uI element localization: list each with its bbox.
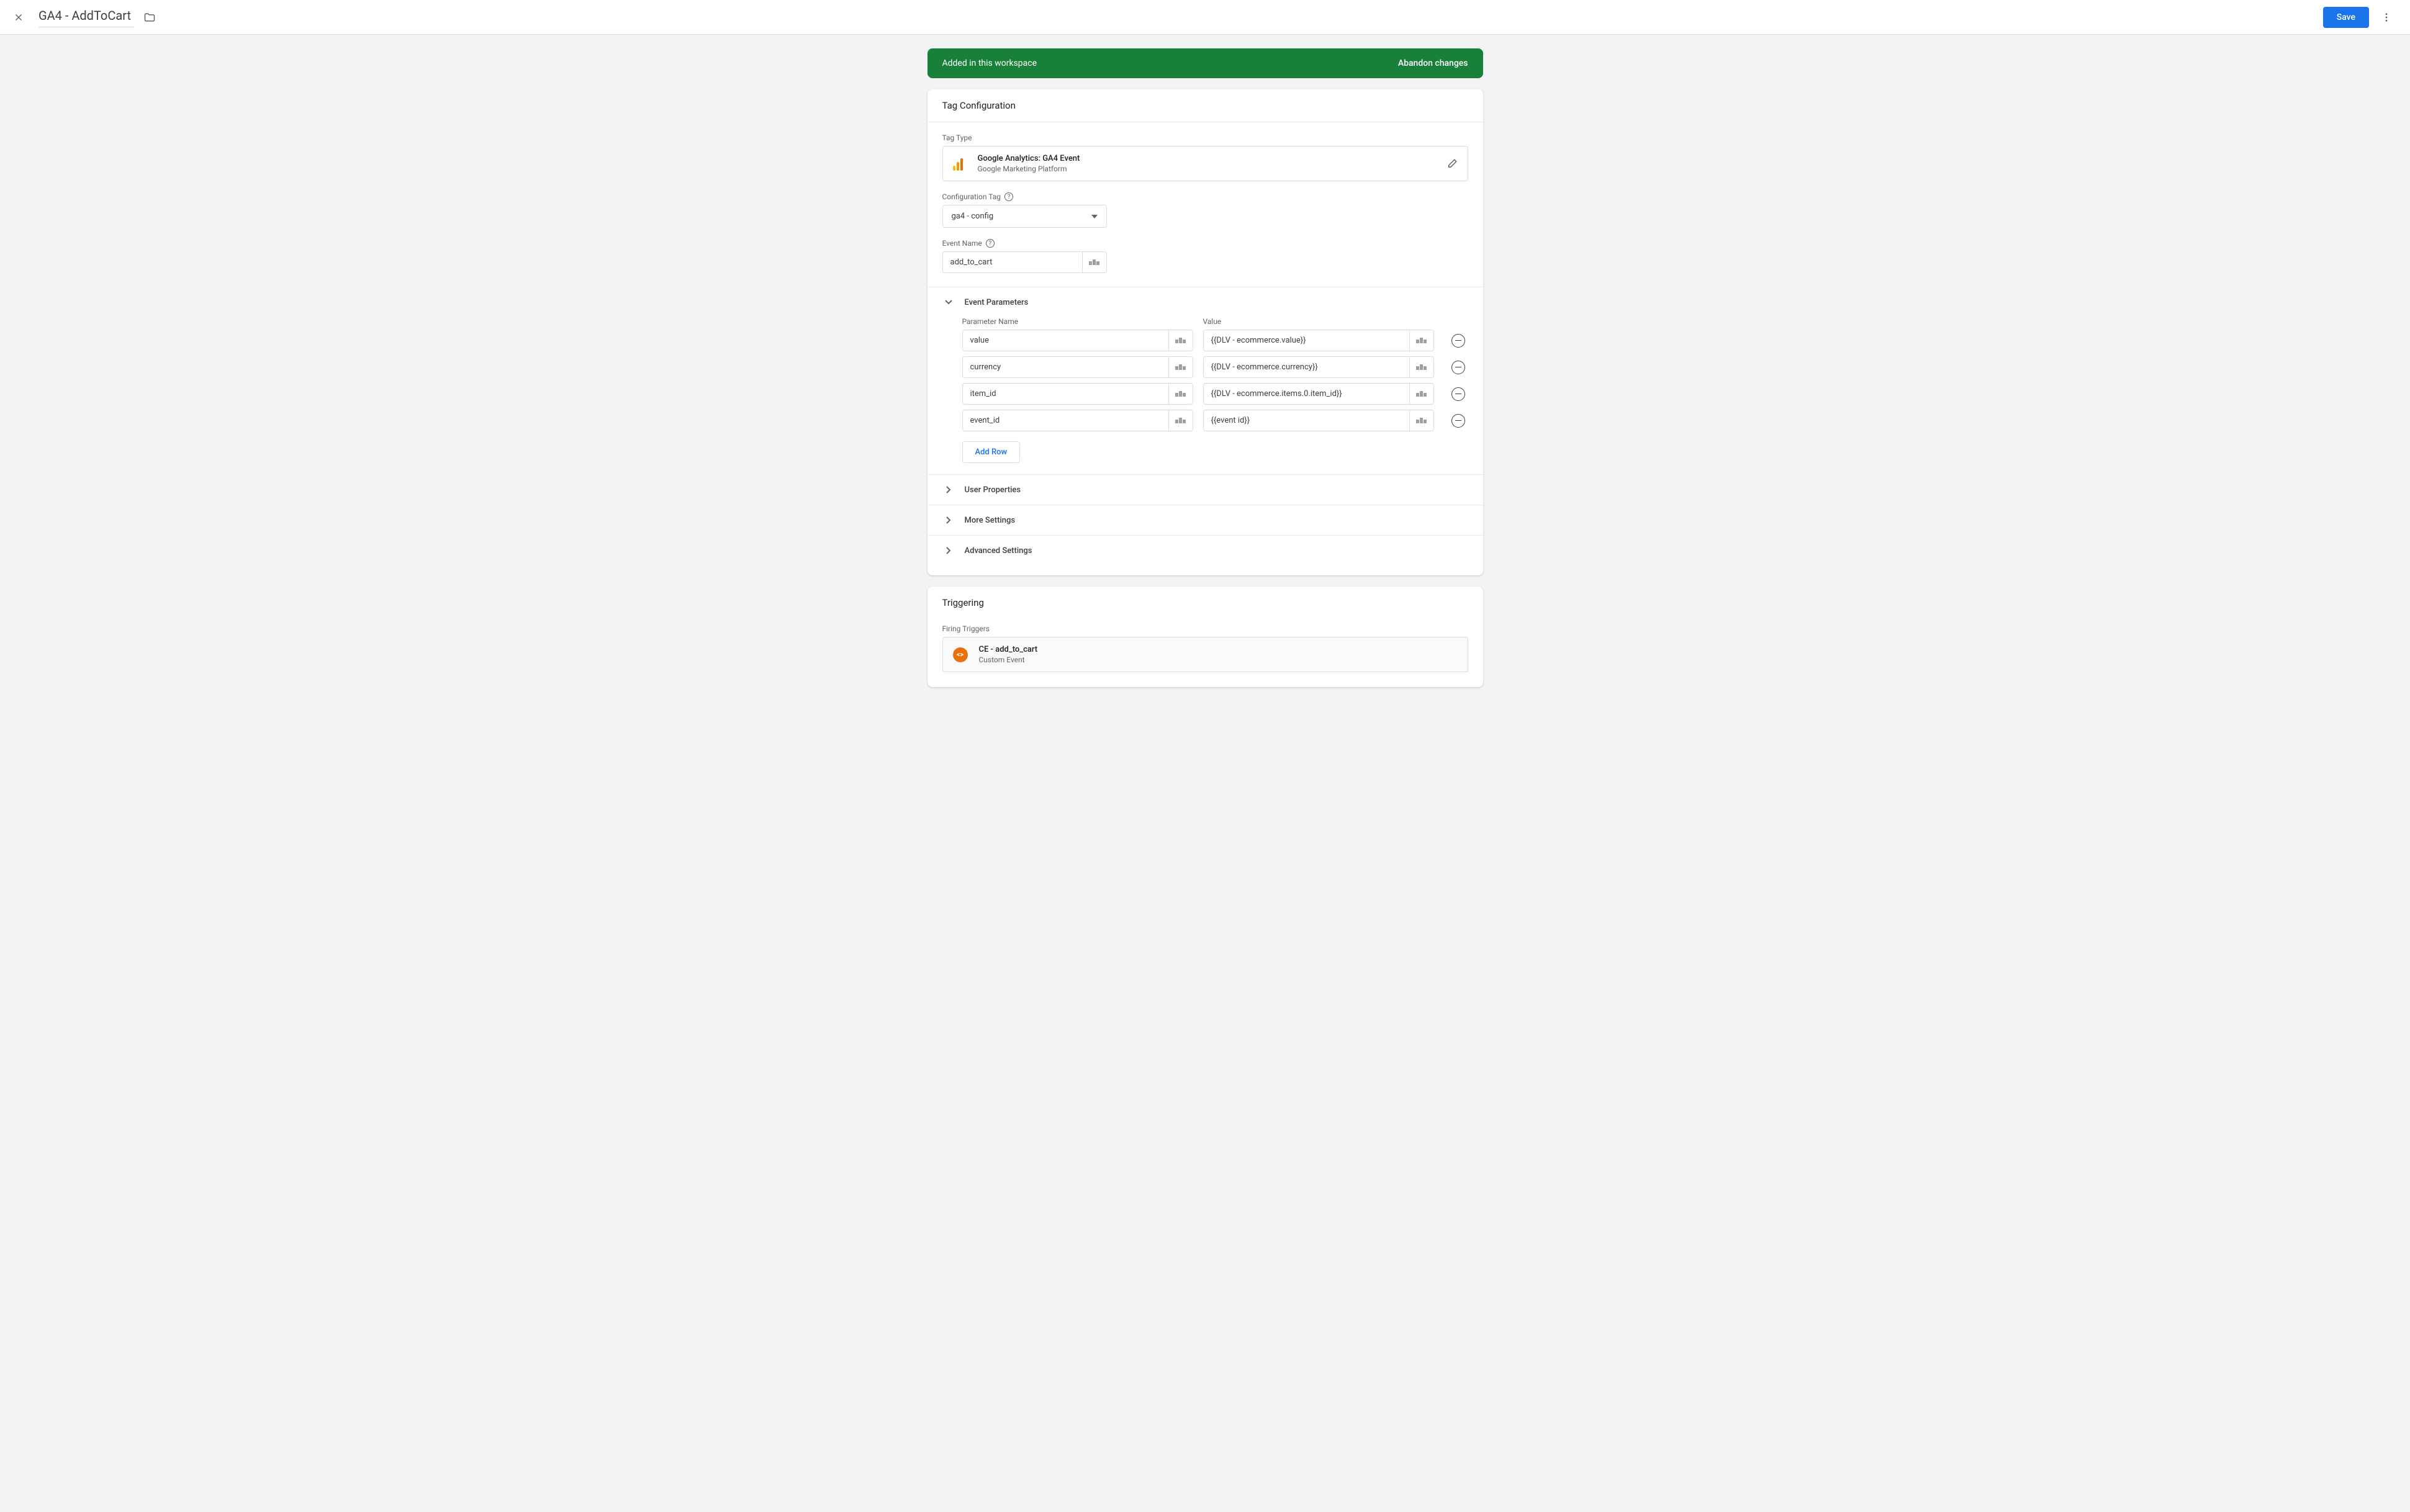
- variable-icon: [1089, 259, 1099, 265]
- param-name-input[interactable]: [962, 383, 1168, 405]
- trigger-type: Custom Event: [979, 655, 1458, 664]
- param-name-variable-button[interactable]: [1168, 410, 1193, 431]
- more-settings-label: More Settings: [965, 516, 1016, 525]
- config-tag-select[interactable]: ga4 - config: [942, 205, 1107, 228]
- param-name-variable-button[interactable]: [1168, 330, 1193, 351]
- remove-row-button[interactable]: [1451, 387, 1465, 401]
- event-name-help-icon[interactable]: ?: [986, 239, 995, 248]
- variable-icon: [1175, 418, 1186, 423]
- param-value-variable-button[interactable]: [1409, 383, 1434, 405]
- google-analytics-icon: [953, 157, 967, 171]
- firing-triggers-label: Firing Triggers: [942, 624, 1468, 633]
- config-tag-help-icon[interactable]: ?: [1004, 192, 1013, 201]
- variable-icon: [1416, 391, 1427, 397]
- config-tag-label: Configuration Tag: [942, 192, 1001, 201]
- custom-event-icon: <>: [953, 647, 968, 662]
- param-value-input[interactable]: [1203, 330, 1409, 351]
- parameter-value-header: Value: [1203, 317, 1434, 326]
- tag-type-label: Tag Type: [942, 133, 1468, 142]
- more-menu-button[interactable]: [2374, 5, 2399, 30]
- event-name-label: Event Name: [942, 239, 982, 248]
- variable-icon: [1416, 364, 1427, 370]
- event-name-variable-button[interactable]: [1082, 251, 1107, 273]
- close-button[interactable]: [11, 10, 26, 25]
- parameter-row: [962, 330, 1468, 351]
- remove-row-button[interactable]: [1451, 361, 1465, 374]
- more-vert-icon: [2381, 12, 2392, 23]
- trigger-name: CE - add_to_cart: [979, 645, 1458, 654]
- param-name-variable-button[interactable]: [1168, 356, 1193, 378]
- trigger-selector[interactable]: <> CE - add_to_cart Custom Event: [942, 637, 1468, 672]
- remove-row-button[interactable]: [1451, 334, 1465, 348]
- param-name-input[interactable]: [962, 330, 1168, 351]
- param-value-input[interactable]: [1203, 410, 1409, 431]
- advanced-settings-toggle[interactable]: Advanced Settings: [927, 535, 1483, 568]
- config-tag-value: ga4 - config: [952, 212, 994, 221]
- triggering-card: Triggering Firing Triggers <> CE - add_t…: [927, 587, 1483, 687]
- event-name-input[interactable]: [942, 251, 1082, 273]
- content-area: Added in this workspace Abandon changes …: [0, 35, 2410, 687]
- tag-type-selector[interactable]: Google Analytics: GA4 Event Google Marke…: [942, 146, 1468, 181]
- param-value-variable-button[interactable]: [1409, 356, 1434, 378]
- param-value-variable-button[interactable]: [1409, 410, 1434, 431]
- page-header: Save: [0, 0, 2410, 35]
- chevron-right-icon: [946, 516, 951, 524]
- variable-icon: [1175, 391, 1186, 397]
- param-value-variable-button[interactable]: [1409, 330, 1434, 351]
- chevron-right-icon: [946, 486, 951, 493]
- event-parameters-label: Event Parameters: [965, 298, 1029, 307]
- tag-config-title: Tag Configuration: [927, 89, 1483, 122]
- chevron-down-icon: [945, 300, 952, 305]
- variable-icon: [1416, 338, 1427, 343]
- remove-row-button[interactable]: [1451, 414, 1465, 428]
- tag-type-subtitle: Google Marketing Platform: [978, 164, 1446, 173]
- variable-icon: [1175, 364, 1186, 370]
- tag-configuration-card: Tag Configuration Tag Type Google Analyt…: [927, 89, 1483, 575]
- close-icon: [13, 12, 24, 23]
- variable-icon: [1416, 418, 1427, 423]
- triggering-title: Triggering: [927, 587, 1483, 613]
- folder-button[interactable]: [143, 11, 156, 24]
- event-parameters-body: Parameter Name Value: [942, 317, 1468, 474]
- parameter-name-header: Parameter Name: [962, 317, 1193, 326]
- tag-name-input[interactable]: [38, 7, 135, 27]
- parameter-row: [962, 383, 1468, 405]
- param-value-input[interactable]: [1203, 383, 1409, 405]
- dropdown-icon: [1091, 215, 1098, 218]
- folder-icon: [143, 11, 156, 24]
- user-properties-toggle[interactable]: User Properties: [927, 474, 1483, 505]
- banner-message: Added in this workspace: [942, 58, 1037, 68]
- more-settings-toggle[interactable]: More Settings: [927, 505, 1483, 535]
- param-name-input[interactable]: [962, 356, 1168, 378]
- abandon-changes-button[interactable]: Abandon changes: [1398, 58, 1468, 68]
- chevron-right-icon: [946, 547, 951, 554]
- advanced-settings-label: Advanced Settings: [965, 546, 1032, 556]
- pencil-icon: [1446, 158, 1458, 169]
- save-button[interactable]: Save: [2323, 7, 2369, 28]
- param-name-input[interactable]: [962, 410, 1168, 431]
- user-properties-label: User Properties: [965, 485, 1021, 495]
- tag-type-name: Google Analytics: GA4 Event: [978, 154, 1446, 163]
- event-parameters-toggle[interactable]: Event Parameters: [942, 287, 1468, 317]
- workspace-banner: Added in this workspace Abandon changes: [927, 48, 1483, 78]
- param-name-variable-button[interactable]: [1168, 383, 1193, 405]
- param-value-input[interactable]: [1203, 356, 1409, 378]
- edit-tag-type-button[interactable]: [1446, 158, 1458, 169]
- parameter-row: [962, 410, 1468, 431]
- add-row-button[interactable]: Add Row: [962, 441, 1021, 463]
- variable-icon: [1175, 338, 1186, 343]
- parameter-row: [962, 356, 1468, 378]
